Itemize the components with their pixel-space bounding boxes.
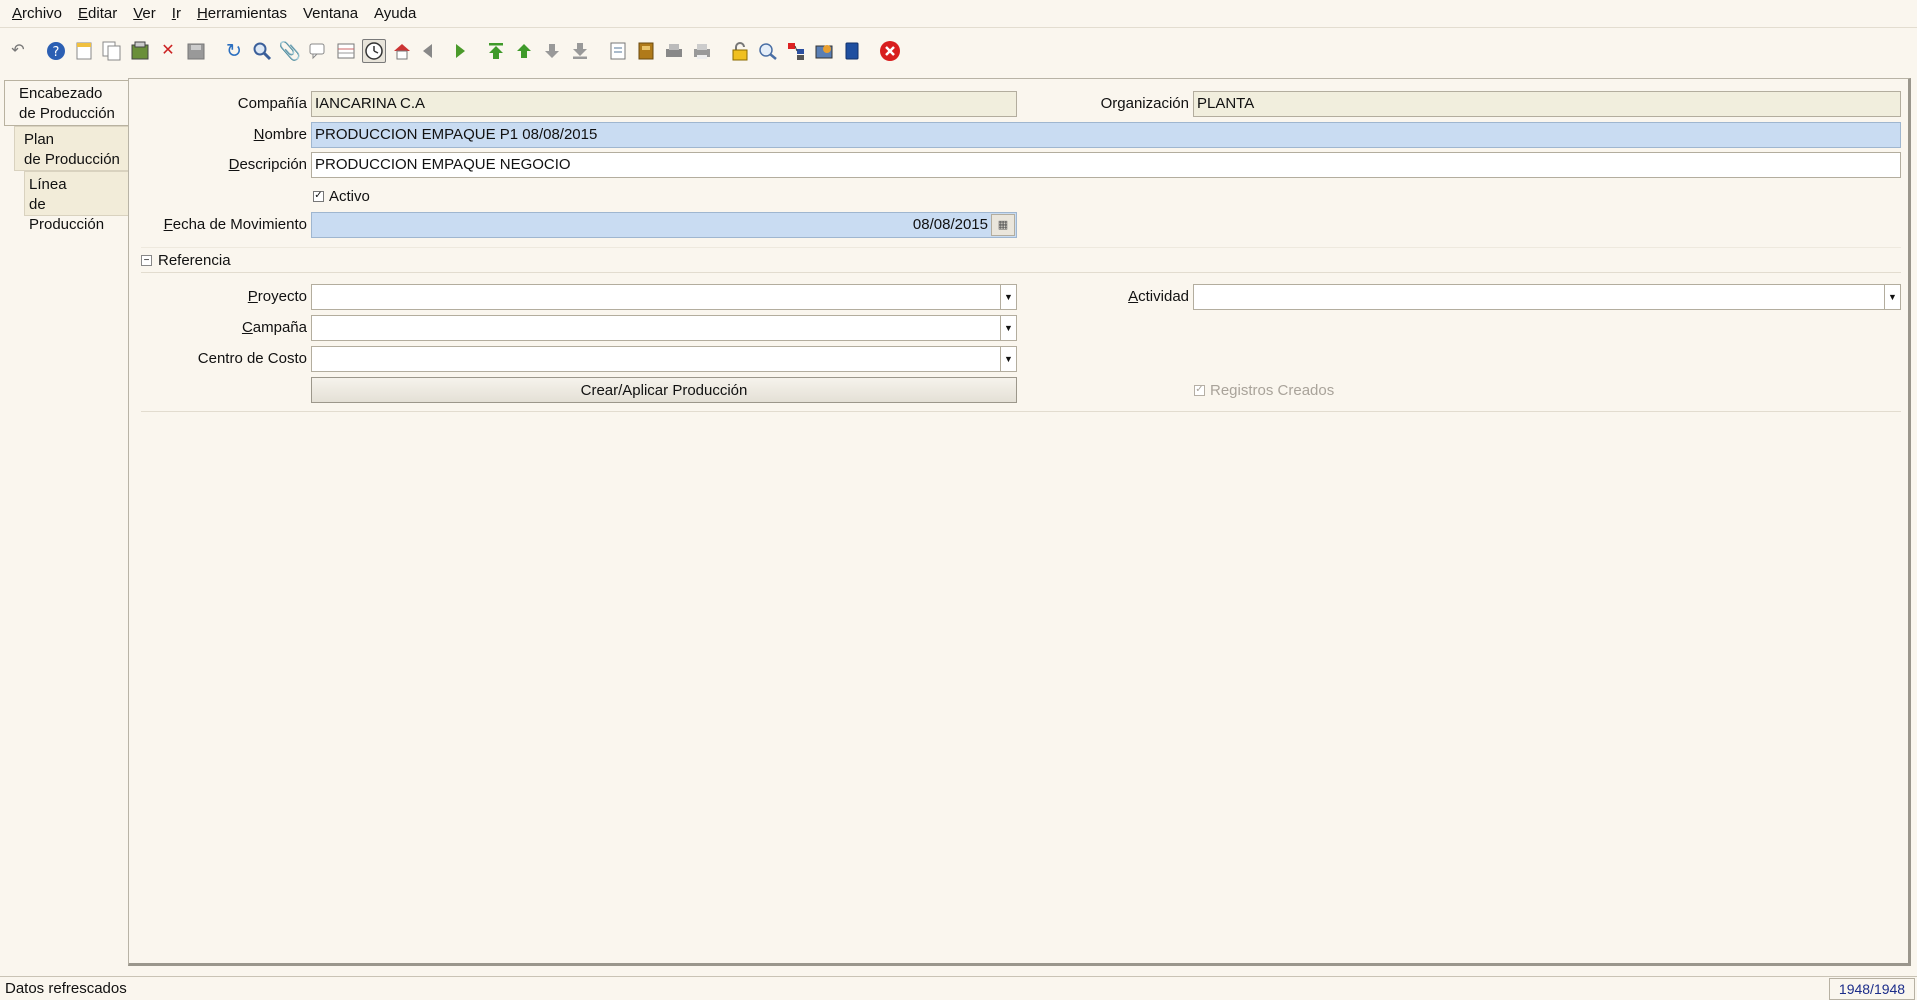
movement-date-label: Fecha de Movimiento (163, 216, 307, 233)
forward-icon[interactable] (446, 39, 470, 63)
chevron-down-icon[interactable]: ▼ (1000, 285, 1016, 309)
exit-icon[interactable] (878, 39, 902, 63)
help-icon[interactable]: ? (44, 39, 68, 63)
active-checkbox[interactable]: ✓ Activo (313, 185, 370, 207)
print-preview-icon[interactable] (662, 39, 686, 63)
company-field[interactable]: IANCARINA C.A (311, 91, 1017, 117)
section-referencia: − Referencia (141, 247, 1901, 273)
campaign-label: Campaña (241, 319, 307, 336)
lock-icon[interactable] (728, 39, 752, 63)
company-label: Compañía (237, 95, 307, 112)
process-icon[interactable] (812, 39, 836, 63)
save-icon[interactable] (128, 39, 152, 63)
project-combo[interactable]: ▼ (311, 284, 1017, 310)
menu-editar[interactable]: Editar (70, 5, 125, 22)
tab-linea-produccion[interactable]: Línea de Producción (24, 171, 128, 233)
records-created-checkbox[interactable]: ✓ Registros Creados (1194, 379, 1334, 401)
copy-record-icon[interactable] (100, 39, 124, 63)
chevron-down-icon[interactable]: ▼ (1000, 347, 1016, 371)
description-field[interactable]: PRODUCCION EMPAQUE NEGOCIO (311, 152, 1901, 178)
attachment-icon[interactable]: 📎 (278, 39, 302, 63)
chevron-down-icon[interactable]: ▼ (1000, 316, 1016, 340)
new-record-icon[interactable] (72, 39, 96, 63)
movement-date-field[interactable]: 08/08/2015 ▦ (311, 212, 1017, 238)
collapse-icon[interactable]: − (141, 254, 152, 266)
report-icon[interactable] (606, 39, 630, 63)
last-record-icon[interactable] (568, 39, 592, 63)
menu-ayuda[interactable]: Ayuda (366, 5, 424, 22)
back-icon[interactable] (418, 39, 442, 63)
refresh-icon[interactable]: ↻ (222, 39, 246, 63)
project-label: Proyecto (247, 288, 307, 305)
form-panel: Compañía IANCARINA C.A Organización PLAN… (128, 78, 1911, 966)
tab-encabezado-produccion[interactable]: Encabezado de Producción (4, 80, 129, 126)
first-record-icon[interactable] (484, 39, 508, 63)
chat-icon[interactable] (306, 39, 330, 63)
chevron-down-icon[interactable]: ▼ (1884, 285, 1900, 309)
check-icon: ✓ (313, 190, 324, 202)
organization-label: Organización (1100, 95, 1189, 112)
name-label: Nombre (253, 126, 307, 143)
divider (141, 411, 1901, 412)
zoom-across-icon[interactable] (756, 39, 780, 63)
cost-center-combo[interactable]: ▼ (311, 346, 1017, 372)
next-record-icon[interactable] (540, 39, 564, 63)
svg-text:?: ? (53, 45, 60, 60)
campaign-combo[interactable]: ▼ (311, 315, 1017, 341)
activity-combo[interactable]: ▼ (1193, 284, 1901, 310)
record-count[interactable]: 1948/1948 (1829, 977, 1915, 1000)
create-apply-production-button[interactable]: Crear/Aplicar Producción (311, 377, 1017, 403)
tab-plan-produccion[interactable]: Plan de Producción (14, 126, 128, 171)
archive-icon[interactable] (634, 39, 658, 63)
cost-center-label: Centro de Costo (197, 350, 307, 367)
name-field[interactable]: PRODUCCION EMPAQUE P1 08/08/2015 (311, 122, 1901, 148)
undo-icon[interactable]: ↶ (6, 39, 30, 63)
menu-bar: Archivo Editar Ver Ir Herramientas Venta… (0, 0, 1917, 28)
menu-ventana[interactable]: Ventana (295, 5, 366, 22)
menu-ver[interactable]: Ver (125, 5, 164, 22)
delete-icon[interactable]: ✕ (156, 39, 180, 63)
history-icon[interactable] (362, 39, 386, 63)
home-icon[interactable] (390, 39, 414, 63)
menu-archivo[interactable]: Archivo (4, 5, 70, 22)
status-bar: Datos refrescados 1948/1948 (0, 976, 1917, 1000)
grid-toggle-icon[interactable] (334, 39, 358, 63)
activity-label: Actividad (1128, 288, 1189, 305)
workflow-icon[interactable] (784, 39, 808, 63)
save-disabled-icon[interactable] (184, 39, 208, 63)
previous-record-icon[interactable] (512, 39, 536, 63)
check-icon: ✓ (1194, 384, 1205, 396)
toolbar: ↶ ? ✕ ↻ 📎 (0, 34, 1917, 68)
description-label: Descripción (228, 156, 307, 173)
print-icon[interactable] (690, 39, 714, 63)
calendar-icon[interactable]: ▦ (991, 214, 1015, 236)
product-info-icon[interactable] (840, 39, 864, 63)
menu-ir[interactable]: Ir (164, 5, 189, 22)
organization-field[interactable]: PLANTA (1193, 91, 1901, 117)
status-message: Datos refrescados (5, 980, 127, 997)
find-icon[interactable] (250, 39, 274, 63)
menu-herramientas[interactable]: Herramientas (189, 5, 295, 22)
